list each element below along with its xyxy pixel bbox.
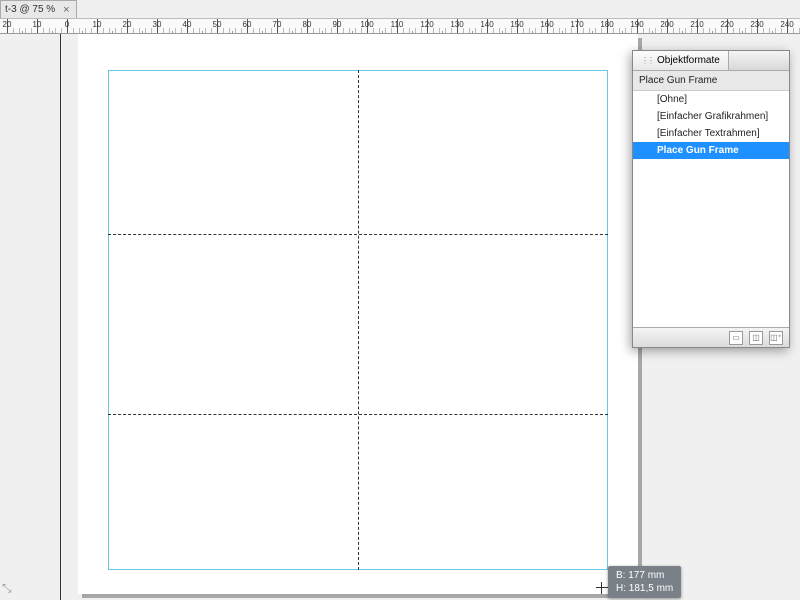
ruler-label: 110 — [391, 20, 404, 29]
ruler-label: 160 — [540, 20, 553, 29]
origin-indicator-icon: ⤡ — [2, 581, 12, 596]
panel-tab-title: Objektformate — [657, 55, 720, 66]
object-style-label: Place Gun Frame — [657, 145, 739, 156]
ruler-label: 20 — [3, 20, 12, 29]
object-style-label: [Einfacher Grafikrahmen] — [657, 111, 768, 122]
ruler-label: 30 — [153, 20, 162, 29]
page[interactable] — [78, 34, 638, 594]
ruler-label: 150 — [510, 20, 523, 29]
ruler-label: 130 — [450, 20, 463, 29]
measurement-tooltip: B: 177 mm H: 181,5 mm — [608, 566, 681, 598]
object-styles-list: [Ohne] [Einfacher Grafikrahmen] [Einfacher… — [633, 91, 789, 327]
ruler-label: 70 — [273, 20, 282, 29]
object-style-label: [Einfacher Textrahmen] — [657, 128, 760, 139]
ruler-label: 170 — [570, 20, 583, 29]
pasteboard-edge — [60, 34, 61, 600]
grip-icon: ⋮⋮ — [641, 56, 653, 65]
guide-vertical[interactable] — [358, 70, 359, 570]
ruler-label: 60 — [243, 20, 252, 29]
panel-tab-row: ⋮⋮ Objektformate — [633, 51, 789, 71]
object-style-item[interactable]: Place Gun Frame — [633, 142, 789, 159]
new-style-plus-icon[interactable]: ◫⁺ — [769, 331, 783, 345]
ruler-label: 230 — [750, 20, 763, 29]
ruler-label: 0 — [65, 20, 69, 29]
tooltip-width: B: 177 mm — [616, 569, 673, 582]
horizontal-ruler[interactable]: 2010010203040506070809010011012013014015… — [0, 18, 800, 34]
ruler-label: 80 — [303, 20, 312, 29]
object-style-item[interactable]: [Einfacher Textrahmen] — [633, 125, 789, 142]
ruler-label: 100 — [360, 20, 373, 29]
ruler-label: 240 — [780, 20, 793, 29]
ruler-label: 10 — [93, 20, 102, 29]
close-icon[interactable]: × — [63, 4, 69, 16]
tooltip-height: H: 181,5 mm — [616, 582, 673, 595]
panel-tab[interactable]: ⋮⋮ Objektformate — [633, 51, 729, 70]
ruler-label: 200 — [660, 20, 673, 29]
document-tab-label: t-3 @ 75 % — [5, 4, 55, 15]
ruler-label: 190 — [630, 20, 643, 29]
ruler-label: 90 — [333, 20, 342, 29]
ruler-label: 20 — [123, 20, 132, 29]
object-style-label: [Ohne] — [657, 94, 687, 105]
object-styles-panel[interactable]: ⋮⋮ Objektformate Place Gun Frame [Ohne][… — [632, 50, 790, 348]
panel-footer: ▭ ◫ ◫⁺ — [633, 327, 789, 347]
ruler-label: 120 — [420, 20, 433, 29]
ruler-label: 180 — [600, 20, 613, 29]
ruler-label: 50 — [213, 20, 222, 29]
object-style-item[interactable]: [Einfacher Grafikrahmen] — [633, 108, 789, 125]
ruler-label: 210 — [690, 20, 703, 29]
folder-icon[interactable]: ▭ — [729, 331, 743, 345]
ruler-label: 140 — [480, 20, 493, 29]
document-tab[interactable]: t-3 @ 75 % × — [0, 0, 77, 18]
object-style-item[interactable]: [Ohne] — [633, 91, 789, 108]
ruler-label: 40 — [183, 20, 192, 29]
panel-header: Place Gun Frame — [633, 71, 789, 91]
ruler-label: 10 — [33, 20, 42, 29]
new-style-icon[interactable]: ◫ — [749, 331, 763, 345]
ruler-label: 220 — [720, 20, 733, 29]
cursor-crosshair-icon — [596, 582, 608, 594]
